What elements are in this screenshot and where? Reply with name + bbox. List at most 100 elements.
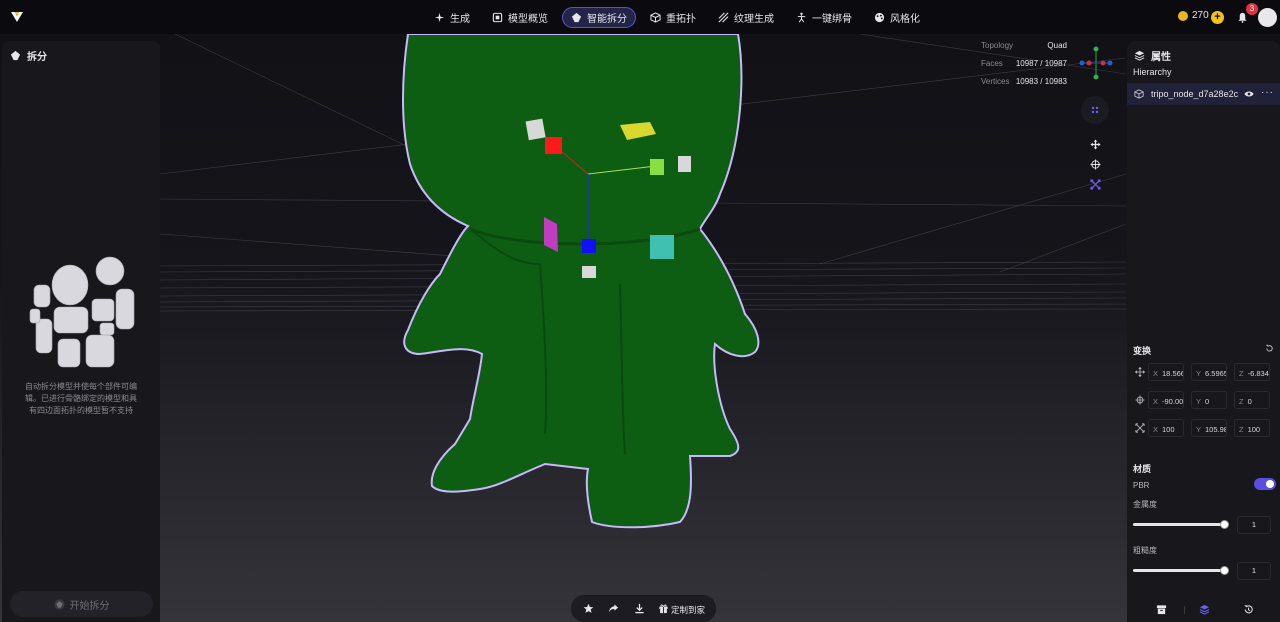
faces-label: Faces bbox=[981, 59, 1003, 68]
properties-title: 属性 bbox=[1151, 52, 1171, 63]
user-avatar[interactable] bbox=[1258, 8, 1277, 27]
grid-dots-icon bbox=[1091, 106, 1099, 114]
archive-icon[interactable] bbox=[1156, 604, 1167, 615]
split-icon bbox=[10, 50, 21, 61]
nav-tab-label: 生成 bbox=[450, 14, 470, 25]
slider-knob[interactable] bbox=[1220, 566, 1229, 575]
scale-z-input[interactable]: Z 100 bbox=[1234, 419, 1270, 437]
nav-tab-stylize[interactable]: 风格化 bbox=[866, 7, 928, 28]
nav-tab-model-overview[interactable]: 模型概览 bbox=[484, 7, 556, 28]
cube-icon bbox=[1134, 89, 1144, 99]
style-icon bbox=[874, 12, 885, 23]
rotation-row: X -90.00 Y0 Z0 bbox=[1133, 391, 1278, 409]
node-name: tripo_node_d7a28e2c bbox=[1151, 89, 1239, 99]
scale-icon bbox=[1135, 423, 1145, 433]
nav-tab-generate[interactable]: 生成 bbox=[426, 7, 478, 28]
bell-icon[interactable] bbox=[1237, 12, 1248, 23]
roughness-input[interactable]: 1 bbox=[1237, 562, 1271, 580]
app-root: 生成 模型概览 智能拆分 重拓扑 纹理生成 一键绑骨 风格化 270 + 3 拆… bbox=[0, 0, 1280, 622]
share-icon[interactable] bbox=[608, 603, 619, 614]
view-mode-button[interactable] bbox=[1081, 96, 1109, 124]
retopo-icon bbox=[650, 12, 661, 23]
mesh-stats: Topology Quad Faces 10987 / 10987 Vertices… bbox=[981, 41, 1067, 95]
history-icon[interactable] bbox=[1243, 604, 1254, 615]
nav-tab-label: 风格化 bbox=[890, 14, 920, 25]
split-icon bbox=[571, 12, 582, 23]
roughness-slider[interactable] bbox=[1133, 566, 1229, 575]
download-icon[interactable] bbox=[634, 603, 645, 614]
metalness-label: 金属度 bbox=[1133, 500, 1157, 509]
position-y-input[interactable]: Y 6.5965 bbox=[1191, 363, 1227, 381]
buy-credits-button[interactable]: + bbox=[1211, 11, 1224, 24]
split-illustration-image bbox=[29, 256, 135, 368]
move-tool-icon[interactable] bbox=[1090, 139, 1101, 150]
model-body bbox=[402, 34, 760, 529]
start-split-label: 开始拆分 bbox=[69, 600, 110, 612]
credits-display: 270 bbox=[1178, 10, 1209, 21]
rotation-y-input[interactable]: Y0 bbox=[1191, 391, 1227, 409]
nav-tab-label: 一键绑骨 bbox=[812, 14, 852, 25]
split-panel-title: 拆分 bbox=[27, 52, 47, 63]
nav-tab-label: 纹理生成 bbox=[734, 14, 774, 25]
properties-header: 属性 bbox=[1134, 48, 1171, 63]
view-axis-gizmo[interactable] bbox=[1079, 44, 1113, 84]
position-z-input[interactable]: Z -6.834 bbox=[1234, 363, 1270, 381]
properties-panel: 属性 Hierarchy tripo_node_d7a28e2c ··· 变换 … bbox=[1127, 41, 1280, 622]
rotate-icon bbox=[1135, 395, 1145, 405]
overview-icon bbox=[492, 12, 503, 23]
hierarchy-label: Hierarchy bbox=[1133, 67, 1172, 77]
slider-knob[interactable] bbox=[1220, 520, 1229, 529]
nav-tab-texture[interactable]: 纹理生成 bbox=[710, 7, 782, 28]
split-description: 自动拆分模型并使每个部件可编辑。已进行骨骼绑定的模型和具有四边面拓扑的模型暂不支… bbox=[25, 382, 137, 415]
coin-icon bbox=[1178, 10, 1188, 21]
reset-transform-icon[interactable] bbox=[1265, 344, 1274, 353]
top-navigation-bar: 生成 模型概览 智能拆分 重拓扑 纹理生成 一键绑骨 风格化 270 + 3 bbox=[0, 0, 1280, 34]
start-split-button[interactable]: 开始拆分 bbox=[10, 591, 153, 617]
metalness-slider[interactable] bbox=[1133, 520, 1229, 529]
sparkle-icon bbox=[434, 12, 445, 23]
credits-value: 270 bbox=[1192, 10, 1209, 21]
scale-x-input[interactable]: X 100 bbox=[1148, 419, 1184, 437]
texture-icon bbox=[718, 12, 729, 23]
character-model bbox=[402, 34, 760, 529]
rotation-z-input[interactable]: Z0 bbox=[1234, 391, 1270, 409]
vertices-label: Vertices bbox=[981, 77, 1010, 86]
layers-icon bbox=[1134, 50, 1145, 61]
star-icon[interactable] bbox=[583, 603, 594, 614]
nav-tab-auto-rig[interactable]: 一键绑骨 bbox=[788, 7, 860, 28]
pbr-label: PBR bbox=[1133, 481, 1150, 490]
split-panel-header: 拆分 bbox=[10, 48, 47, 63]
move-icon bbox=[1135, 367, 1145, 377]
nav-tab-label: 模型概览 bbox=[508, 14, 548, 25]
tripo-logo-icon[interactable] bbox=[10, 10, 24, 24]
rotate-tool-icon[interactable] bbox=[1090, 159, 1101, 170]
visibility-eye-icon[interactable] bbox=[1244, 90, 1254, 98]
topology-value: Quad bbox=[1047, 41, 1067, 50]
position-x-input[interactable]: X 18.566 bbox=[1148, 363, 1184, 381]
tab-divider bbox=[1184, 606, 1185, 614]
split-icon bbox=[53, 598, 65, 610]
notification-badge: 3 bbox=[1246, 3, 1258, 15]
nav-tab-label: 重拓扑 bbox=[666, 14, 696, 25]
gift-icon[interactable] bbox=[658, 603, 669, 614]
pbr-toggle[interactable] bbox=[1254, 478, 1276, 490]
roughness-label: 粗糙度 bbox=[1133, 546, 1157, 555]
transform-title: 变换 bbox=[1133, 346, 1152, 356]
bottom-toolbar: 定制到家 bbox=[571, 595, 716, 622]
hierarchy-node-row[interactable]: tripo_node_d7a28e2c ··· bbox=[1127, 83, 1280, 105]
nav-tab-retopology[interactable]: 重拓扑 bbox=[642, 7, 704, 28]
vertices-value: 10983 / 10983 bbox=[1015, 77, 1067, 86]
rotation-x-input[interactable]: X -90.00 bbox=[1148, 391, 1184, 409]
customize-button[interactable]: 定制到家 bbox=[671, 604, 705, 616]
scale-tool-icon[interactable] bbox=[1090, 179, 1101, 190]
nav-tab-label: 智能拆分 bbox=[587, 14, 627, 25]
layers-tab-icon[interactable] bbox=[1199, 604, 1210, 615]
topology-label: Topology bbox=[981, 41, 1014, 50]
node-more-button[interactable]: ··· bbox=[1261, 87, 1274, 98]
main-nav-tabs: 生成 模型概览 智能拆分 重拓扑 纹理生成 一键绑骨 风格化 bbox=[426, 7, 928, 28]
nav-tab-smart-split[interactable]: 智能拆分 bbox=[562, 7, 636, 28]
panel-bottom-tabs bbox=[1127, 599, 1280, 621]
metalness-input[interactable]: 1 bbox=[1237, 516, 1271, 534]
scale-y-input[interactable]: Y 105.98 bbox=[1191, 419, 1227, 437]
position-row: X 18.566 Y 6.5965 Z -6.834 bbox=[1133, 363, 1278, 381]
